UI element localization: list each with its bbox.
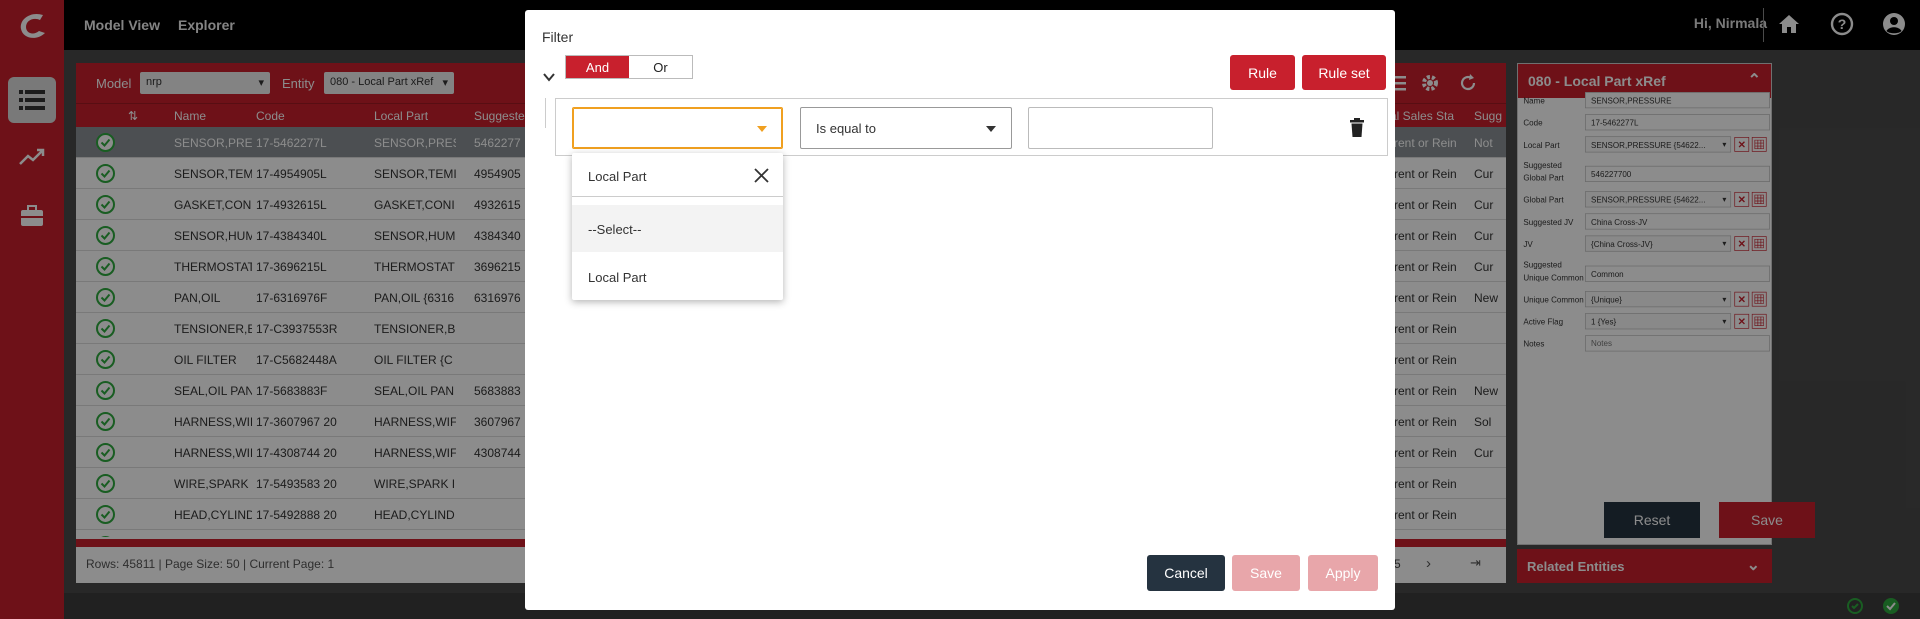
field-dropdown: Local Part --Select-- Local Part [572,153,783,300]
clear-search-icon[interactable] [754,168,769,183]
modal-title: Filter [542,29,574,45]
operator-caret-icon [986,126,996,132]
dropdown-search[interactable]: Local Part [572,153,783,197]
operator-select-value: Is equal to [816,121,876,136]
field-select-caret-icon [757,126,767,132]
dropdown-option-select[interactable]: --Select-- [572,205,783,252]
apply-button[interactable]: Apply [1308,555,1378,591]
add-rule-button[interactable]: Rule [1230,55,1295,90]
field-select[interactable] [572,107,783,149]
operator-select[interactable]: Is equal to [800,107,1012,149]
filter-modal: Filter And Or Rule Rule set Is equal to … [525,10,1395,610]
and-or-toggle: And Or [565,55,693,79]
rule-value-input[interactable] [1028,107,1213,149]
or-toggle-button[interactable]: Or [629,56,692,78]
rule-connector [545,98,546,128]
dropdown-search-value: Local Part [588,169,647,184]
and-toggle-button[interactable]: And [566,56,629,78]
add-rule-set-button[interactable]: Rule set [1302,55,1386,90]
cancel-button[interactable]: Cancel [1147,555,1225,591]
modal-save-button[interactable]: Save [1232,555,1300,591]
chevron-down-icon[interactable] [542,70,556,84]
delete-rule-icon[interactable] [1349,118,1365,138]
dropdown-option-local-part[interactable]: Local Part [572,253,783,300]
